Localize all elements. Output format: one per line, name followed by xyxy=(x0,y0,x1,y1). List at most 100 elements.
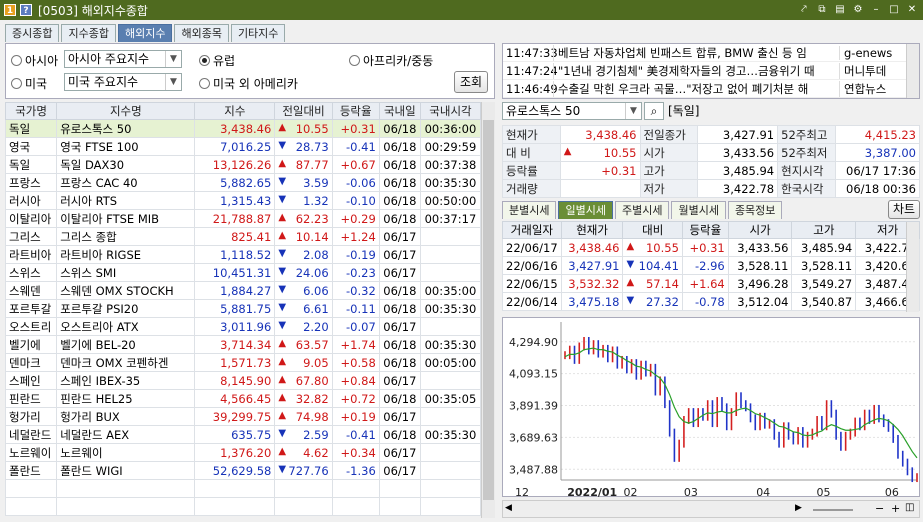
scroll-left-icon[interactable]: ◀ xyxy=(505,503,512,513)
radio-asia[interactable]: 아시아 xyxy=(11,52,58,69)
table-row[interactable]: 헝가리 헝가리 BUX 39,299.75 ▲ 74.98 +0.19 06/17 xyxy=(4,407,482,426)
table-row[interactable]: 22/06/15 3,532.32 ▲ 57.14 +1.64 3,496.28 3,549… xyxy=(502,274,920,293)
empty-cell xyxy=(331,479,380,498)
table-row[interactable]: 22/06/17 3,438.46 ▲ 10.55 +0.31 3,433.56 3,485… xyxy=(502,238,920,257)
list-col-header[interactable]: 국내일 xyxy=(378,102,421,120)
list-scroll-thumb[interactable] xyxy=(483,120,494,500)
menu-1-icon[interactable]: 1 xyxy=(4,4,16,16)
radio-non-us-dot[interactable] xyxy=(199,78,210,89)
time-cell: 00:29:59 xyxy=(419,137,482,156)
close-icon[interactable]: ✕ xyxy=(905,3,919,17)
daily-col-header[interactable]: 등락율 xyxy=(681,221,729,239)
chevron-down-icon[interactable]: ▼ xyxy=(625,103,641,119)
settings-icon[interactable]: ⚙ xyxy=(851,3,865,17)
maximize-icon[interactable]: □ xyxy=(887,3,901,17)
list-scrollbar[interactable] xyxy=(481,102,495,518)
list-col-header[interactable]: 지수명 xyxy=(56,102,196,120)
table-row[interactable]: 영국 영국 FTSE 100 7,016.25 ▼ 28.73 -0.41 06/18 00:… xyxy=(4,137,482,156)
print-icon[interactable]: ▤ xyxy=(833,3,847,17)
zoom-in-icon[interactable]: + xyxy=(891,502,900,515)
table-row[interactable]: 핀란드 핀란드 HEL25 4,566.45 ▲ 32.82 +0.72 06/18 00:3… xyxy=(4,389,482,408)
table-row[interactable]: 오스트리 오스트리아 ATX 3,011.96 ▼ 2.20 -0.07 06/17 xyxy=(4,317,482,336)
table-row[interactable]: 22/06/16 3,427.91 ▼ 104.41 -2.96 3,528.11 3,52… xyxy=(502,256,920,275)
chart-menu-icon[interactable]: ◫ xyxy=(905,502,914,513)
tab-foreign-index[interactable]: 해외지수 xyxy=(117,24,173,42)
tab-foreign-stock[interactable]: 해외종목 xyxy=(174,24,229,42)
news-headline[interactable]: "1년내 경기침체" 美경제학자들의 경고…금융위기 때 xyxy=(553,62,839,79)
tab-daily-price[interactable]: 일별시세 xyxy=(558,201,613,219)
symbol-input[interactable]: 유로스톡스 50 ▼ xyxy=(502,102,642,120)
search-icon[interactable]: ⌕ xyxy=(644,102,664,120)
radio-europe-dot[interactable] xyxy=(199,55,210,66)
time-cell xyxy=(419,227,482,246)
daily-col-header[interactable]: 현재가 xyxy=(560,221,624,239)
news-item[interactable]: 11:47:33 베트남 자동차업체 빈패스트 합류, BMW 출신 등 임 g-e… xyxy=(503,44,919,62)
news-item[interactable]: 11:46:49 수출길 막힌 우크라 곡물…"저장고 없어 폐기처분 해 연합뉴스 xyxy=(503,80,919,98)
radio-us[interactable]: 미국 xyxy=(11,75,47,92)
tab-weekly-price[interactable]: 주별시세 xyxy=(614,201,670,219)
chevron-down-icon[interactable]: ▼ xyxy=(165,51,181,67)
table-row[interactable]: 포르투갈 포르투갈 PSI20 5,881.75 ▼ 6.61 -0.11 06/18 00:… xyxy=(4,299,482,318)
help-icon[interactable]: ? xyxy=(20,4,32,16)
table-row[interactable]: 22/06/14 3,475.18 ▼ 27.32 -0.78 3,512.04 3,540… xyxy=(502,292,920,311)
query-button[interactable]: 조회 xyxy=(454,71,488,93)
daily-col-header[interactable]: 시가 xyxy=(727,221,793,239)
list-col-header[interactable]: 국가명 xyxy=(4,102,58,120)
radio-non-us[interactable]: 미국 외 아메리카 xyxy=(199,75,298,92)
chart-scrollbar[interactable]: ◀ ▶ − + ◫ xyxy=(502,500,920,518)
change-value: 87.77 xyxy=(295,157,329,172)
tab-symbol-info[interactable]: 종목정보 xyxy=(727,201,783,219)
table-row[interactable]: 그리스 그리스 종합 825.41 ▲ 10.14 +1.24 06/17 xyxy=(4,227,482,246)
quote-table: 현재가 3,438.46 전일종가 3,427.91 52주최고 4,415.23 대 비 ▲… xyxy=(502,125,920,198)
list-col-header[interactable]: 전일대비 xyxy=(274,102,333,120)
list-col-header[interactable]: 지수 xyxy=(194,102,276,120)
tab-index[interactable]: 지수종합 xyxy=(61,24,116,42)
link-icon[interactable]: ⤤ xyxy=(797,3,811,17)
radio-us-dot[interactable] xyxy=(11,78,22,89)
table-row[interactable]: 덴마크 덴마크 OMX 코펜하겐 1,571.73 ▲ 9.05 +0.58 06/18 00… xyxy=(4,353,482,372)
news-scrollbar[interactable] xyxy=(906,44,919,98)
daily-scrollbar[interactable] xyxy=(906,222,919,312)
list-col-header[interactable]: 등락율 xyxy=(331,102,380,120)
asia-select[interactable]: 아시아 주요지수 ▼ xyxy=(64,50,182,68)
tab-other-index[interactable]: 기타지수 xyxy=(230,24,286,42)
table-row[interactable]: 벨기에 벨기에 BEL-20 3,714.34 ▲ 63.57 +1.74 06/18 00:… xyxy=(4,335,482,354)
copy-icon[interactable]: ⧉ xyxy=(815,3,829,17)
tab-market[interactable]: 증시종합 xyxy=(5,24,60,42)
down-arrow-icon: ▼ xyxy=(278,427,287,439)
tab-minute-price[interactable]: 분별시세 xyxy=(502,201,557,219)
news-headline[interactable]: 베트남 자동차업체 빈패스트 합류, BMW 출신 등 임 xyxy=(553,44,839,61)
zoom-out-icon[interactable]: − xyxy=(875,502,884,515)
news-item[interactable]: 11:47:24 "1년내 경기침체" 美경제학자들의 경고…금융위기 때 머니투데 xyxy=(503,62,919,80)
zoom-slider[interactable] xyxy=(813,509,853,511)
table-row[interactable]: 프랑스 프랑스 CAC 40 5,882.65 ▼ 3.59 -0.06 06/18 00:3… xyxy=(4,173,482,192)
minimize-icon[interactable]: – xyxy=(869,3,883,17)
table-row[interactable]: 이탈리아 이탈리아 FTSE MIB 21,788.87 ▲ 62.23 +0.29 06/… xyxy=(4,209,482,228)
chevron-down-icon[interactable]: ▼ xyxy=(165,74,181,90)
table-row[interactable]: 라트비아 라트비아 RIGSE 1,118.52 ▼ 2.08 -0.19 06/17 xyxy=(4,245,482,264)
list-col-header[interactable]: 국내시각 xyxy=(419,102,482,120)
country-cell: 러시아 xyxy=(4,191,58,210)
table-row[interactable]: 폴란드 폴란드 WIGI 52,629.58 ▼ 727.76 -1.36 06/17 xyxy=(4,461,482,480)
table-row[interactable]: 스페인 스페인 IBEX-35 8,145.90 ▲ 67.80 +0.84 06/17 xyxy=(4,371,482,390)
radio-europe[interactable]: 유럽 xyxy=(199,52,235,69)
news-headline[interactable]: 수출길 막힌 우크라 곡물…"저장고 없어 폐기처분 해 xyxy=(553,80,839,97)
daily-col-header[interactable]: 고가 xyxy=(791,221,857,239)
tab-monthly-price[interactable]: 월별시세 xyxy=(671,201,726,219)
radio-asia-dot[interactable] xyxy=(11,55,22,66)
radio-africa-dot[interactable] xyxy=(349,55,360,66)
chart-button[interactable]: 차트 xyxy=(888,200,920,219)
up-arrow-icon: ▲ xyxy=(278,409,287,421)
table-row[interactable]: 스위스 스위스 SMI 10,451.31 ▼ 24.06 -0.23 06/17 xyxy=(4,263,482,282)
table-row[interactable]: 네덜란드 네덜란드 AEX 635.75 ▼ 2.59 -0.41 06/18 00:35:3… xyxy=(4,425,482,444)
daily-col-header[interactable]: 거래일자 xyxy=(502,221,562,239)
table-row[interactable]: 독일 독일 DAX30 13,126.26 ▲ 87.77 +0.67 06/18 00:37… xyxy=(4,155,482,174)
radio-africa[interactable]: 아프리카/중동 xyxy=(349,52,433,69)
table-row[interactable]: 노르웨이 노르웨이 1,376.20 ▲ 4.62 +0.34 06/17 xyxy=(4,443,482,462)
scroll-right-icon[interactable]: ▶ xyxy=(795,503,802,513)
us-select[interactable]: 미국 주요지수 ▼ xyxy=(64,73,182,91)
daily-col-header[interactable]: 대비 xyxy=(622,221,683,239)
table-row[interactable]: 러시아 러시아 RTS 1,315.43 ▼ 1.32 -0.10 06/18 00:50:0… xyxy=(4,191,482,210)
table-row[interactable]: 독일 유로스톡스 50 3,438.46 ▲ 10.55 +0.31 06/18 00:36:… xyxy=(4,119,482,138)
table-row[interactable]: 스웨덴 스웨덴 OMX STOCKH 1,884.27 ▼ 6.06 -0.32 06/18… xyxy=(4,281,482,300)
